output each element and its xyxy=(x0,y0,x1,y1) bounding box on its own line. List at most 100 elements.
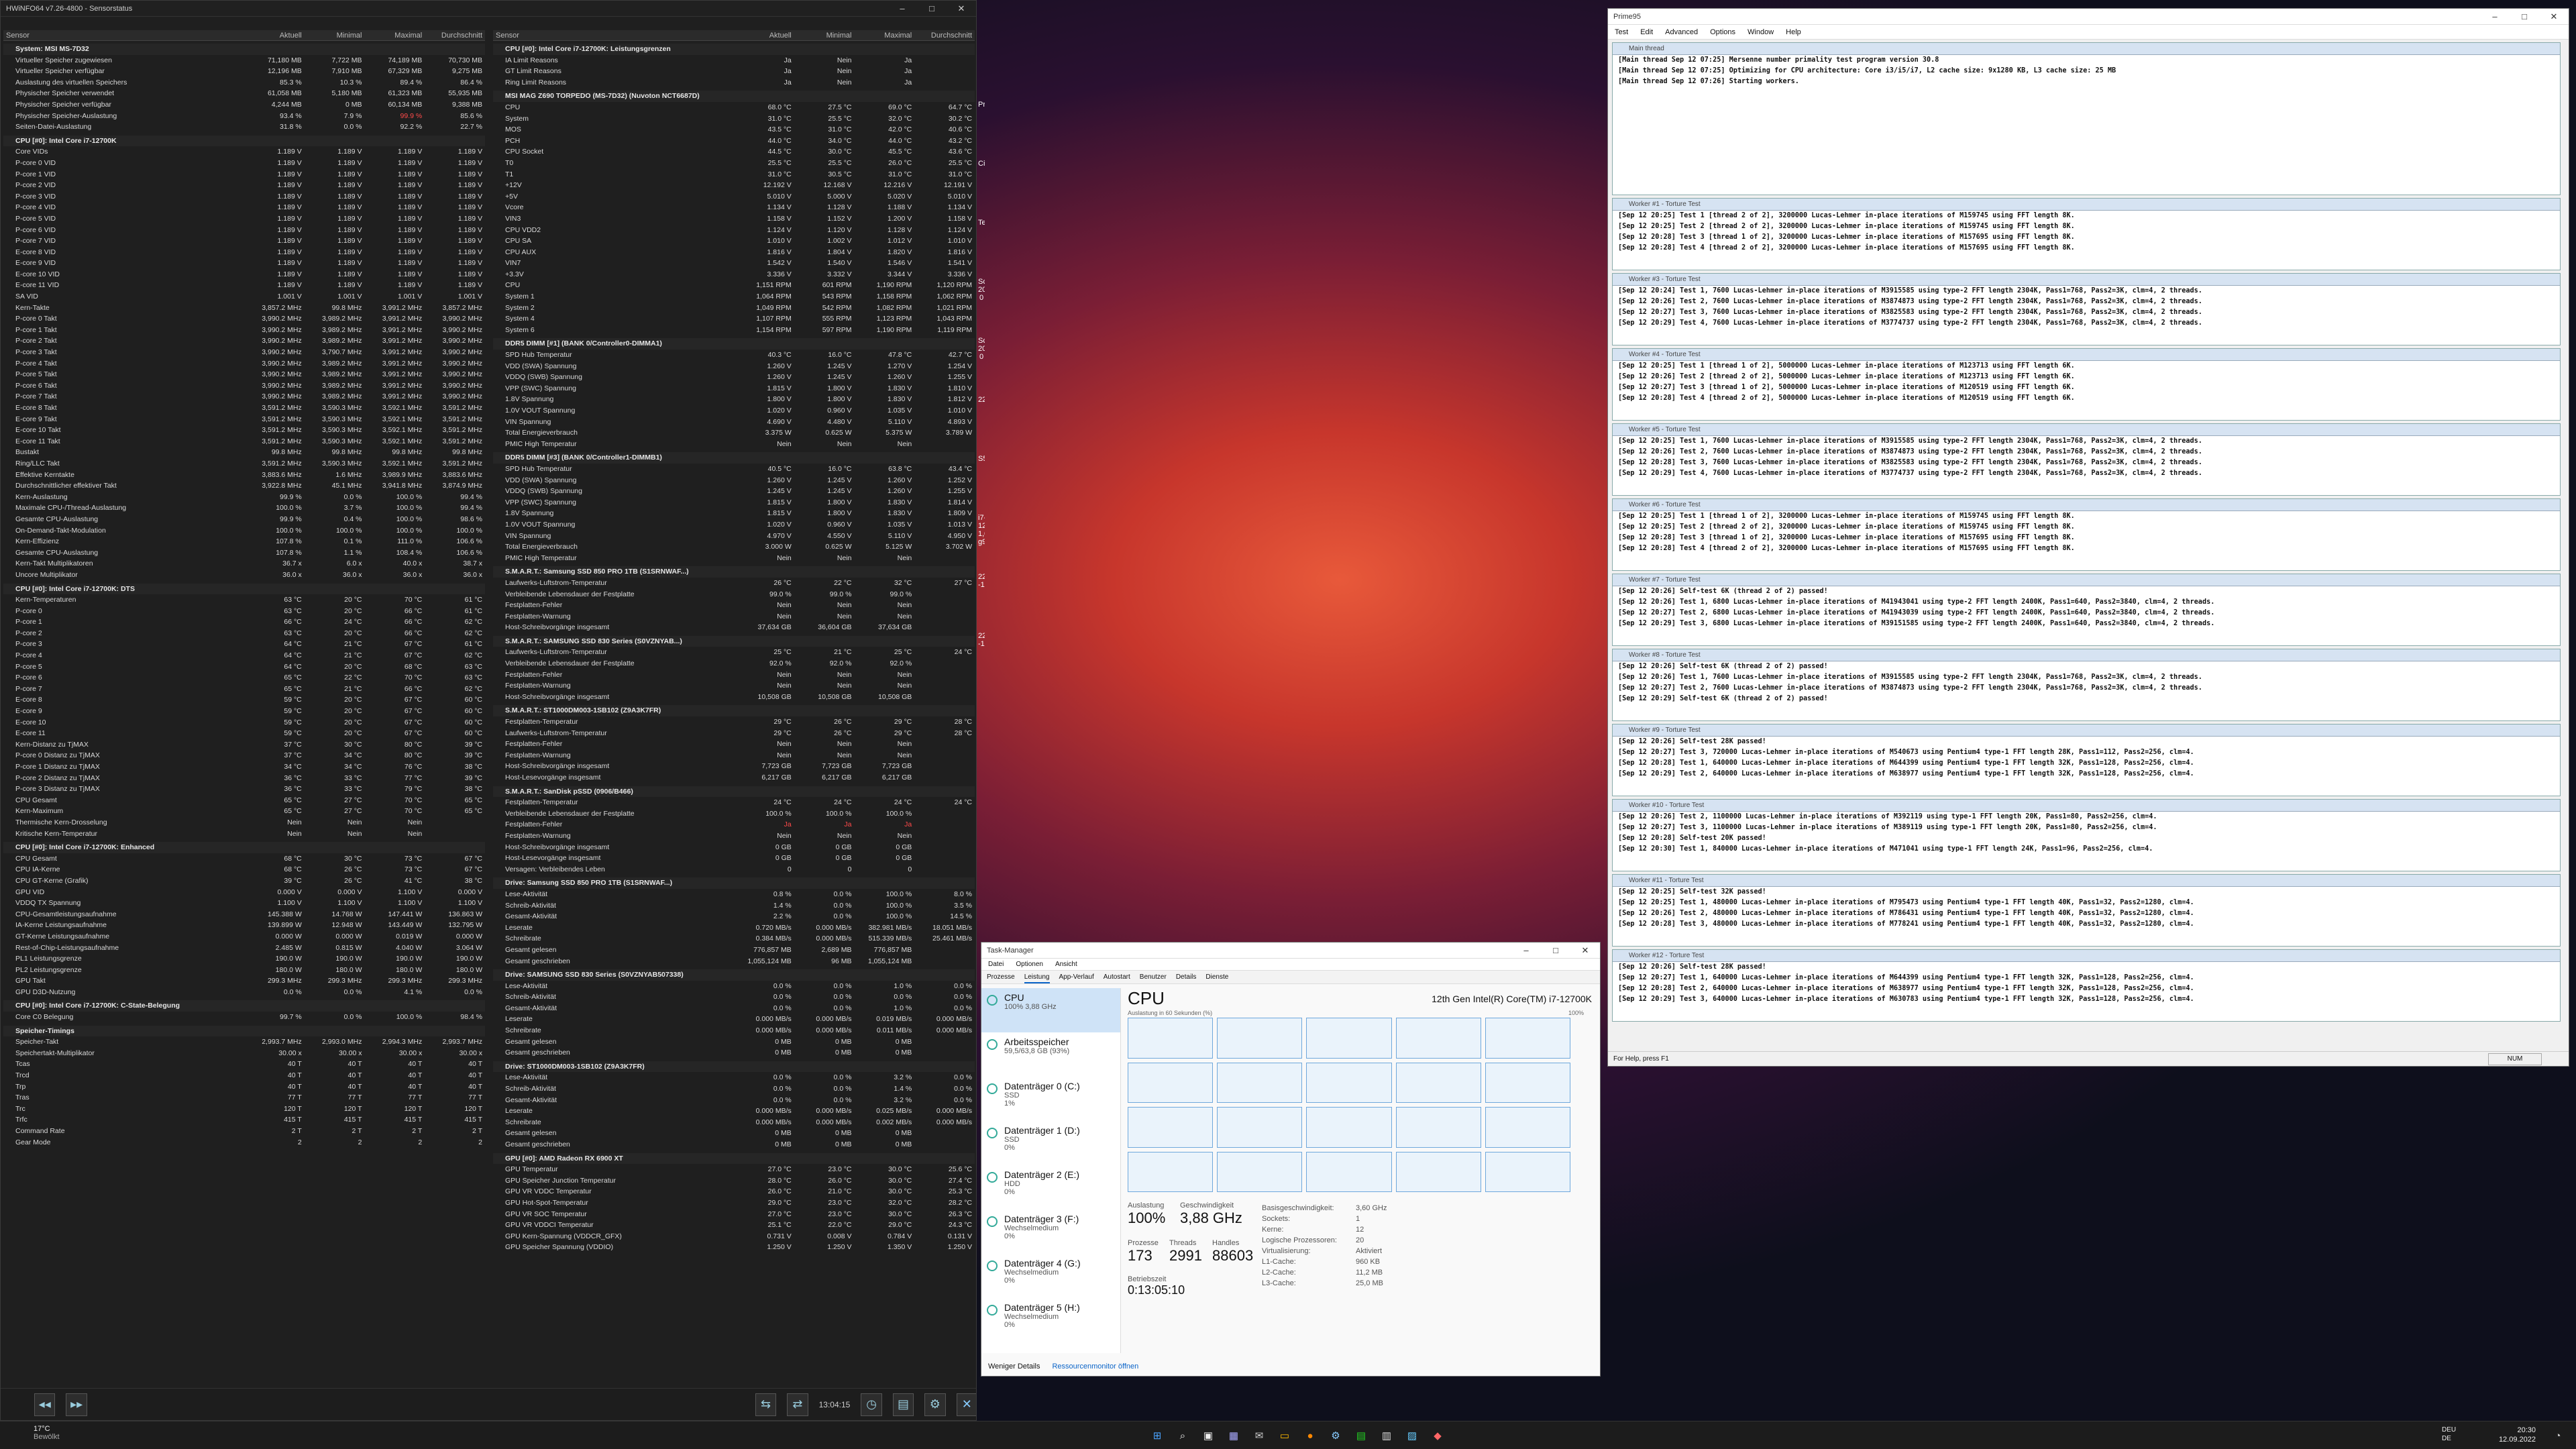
sensor-row[interactable]: 1.8V Spannung 1.815 V 1.800 V 1.830 V 1.809 … xyxy=(493,508,975,519)
settings-icon[interactable]: ⚙ xyxy=(924,1393,946,1416)
sensor-row[interactable]: E-core 8 59 °C 20 °C 67 °C 60 °C xyxy=(3,694,485,706)
worker-pane[interactable]: Worker #8 - Torture Test [Sep 12 20:26] S… xyxy=(1612,649,2561,721)
search-icon[interactable]: ⌕ xyxy=(1174,1427,1191,1444)
menu-item[interactable]: Help xyxy=(1786,28,1801,36)
sensor-row[interactable]: Gesamt geschrieben 1,055,124 MB 96 MB 1,055… xyxy=(493,956,975,967)
sensor-row[interactable]: Festplatten-Fehler Nein Nein Nein xyxy=(493,600,975,611)
sensor-row[interactable]: Core C0 Belegung 99.7 % 0.0 % 100.0 % 98.4 % xyxy=(3,1012,485,1023)
sensor-row[interactable]: E-core 11 59 °C 20 °C 67 °C 60 °C xyxy=(3,728,485,739)
col-sensor[interactable]: Sensor xyxy=(3,30,244,40)
compare-icon[interactable]: ⇄ xyxy=(787,1393,808,1416)
sensor-row[interactable]: Tras 77 T 77 T 77 T 77 T xyxy=(3,1092,485,1104)
menu-item[interactable]: Edit xyxy=(1640,28,1653,36)
sensor-row[interactable]: SPD Hub Temperatur 40.3 °C 16.0 °C 47.8 °C 4… xyxy=(493,350,975,361)
sensor-row[interactable]: P-core 3 Takt 3,990.2 MHz 3,790.7 MHz 3,991… xyxy=(3,347,485,358)
sensor-row[interactable]: P-core 0 Takt 3,990.2 MHz 3,989.2 MHz 3,991… xyxy=(3,313,485,325)
nav-left-icon[interactable]: ◂◂ xyxy=(34,1393,56,1416)
sensor-row[interactable]: VDD (SWA) Spannung 1.260 V 1.245 V 1.260 V 1… xyxy=(493,475,975,486)
language-indicator[interactable]: DEU DE xyxy=(2442,1426,2456,1443)
sensor-row[interactable]: Physischer Speicher-Auslastung 93.4 % 7.9 … xyxy=(3,111,485,122)
sensor-row[interactable]: Festplatten-Warnung Nein Nein Nein xyxy=(493,680,975,692)
sensor-group[interactable]: S.M.A.R.T.: ST1000DM003-1SB102 (Z9A3K7FR… xyxy=(493,705,975,717)
sensor-row[interactable]: Total Energieverbrauch 3.000 W 0.625 W 5.12… xyxy=(493,541,975,553)
sensor-row[interactable]: PCH 44.0 °C 34.0 °C 44.0 °C 43.2 °C xyxy=(493,136,975,147)
sensor-row[interactable]: Maximale CPU-/Thread-Auslastung 100.0 % 3.… xyxy=(3,502,485,514)
sensor-row[interactable]: P-core 4 VID 1.189 V 1.189 V 1.189 V 1.189 V xyxy=(3,202,485,213)
hwinfo-taskbar-icon[interactable]: ▤ xyxy=(1352,1427,1370,1444)
sensor-row[interactable]: Leserate 0.000 MB/s 0.000 MB/s 0.025 MB/s 0.… xyxy=(493,1106,975,1117)
sensor-row[interactable]: E-core 8 VID 1.189 V 1.189 V 1.189 V 1.189 V xyxy=(3,247,485,258)
sensor-row[interactable]: Ring/LLC Takt 3,591.2 MHz 3,590.3 MHz 3,592… xyxy=(3,458,485,470)
sensor-row[interactable]: GPU Takt 299.3 MHz 299.3 MHz 299.3 MHz 299.3… xyxy=(3,975,485,987)
sensor-row[interactable]: Gesamte CPU-Auslastung 99.9 % 0.4 % 100.0 %… xyxy=(3,514,485,525)
resource-monitor-link[interactable]: Ressourcenmonitor öffnen xyxy=(1052,1362,1138,1371)
sensor-row[interactable]: Seiten-Datei-Auslastung 31.8 % 0.0 % 92.2 %… xyxy=(3,121,485,133)
close-icon[interactable]: ✕ xyxy=(2539,11,2569,22)
col-aktuell[interactable]: Aktuell xyxy=(244,30,305,40)
sensor-row[interactable]: Kern-Temperaturen 63 °C 20 °C 70 °C 61 °C xyxy=(3,594,485,606)
sensor-row[interactable]: On-Demand-Takt-Modulation 100.0 % 100.0 % 1… xyxy=(3,525,485,537)
sensor-row[interactable]: Trfc 415 T 415 T 415 T 415 T xyxy=(3,1114,485,1126)
sensor-row[interactable]: Verbleibende Lebensdauer der Festplatte 9… xyxy=(493,589,975,600)
maximize-icon[interactable]: □ xyxy=(917,3,947,14)
sensor-row[interactable]: Leserate 0.000 MB/s 0.000 MB/s 0.019 MB/s 0.… xyxy=(493,1014,975,1025)
sensor-row[interactable]: CPU Gesamt 65 °C 27 °C 70 °C 65 °C xyxy=(3,795,485,806)
sensor-row[interactable]: SA VID 1.001 V 1.001 V 1.001 V 1.001 V xyxy=(3,291,485,303)
sensor-row[interactable]: Effektive Kerntakte 3,883.6 MHz 1.6 MHz 3,9… xyxy=(3,470,485,481)
minimize-icon[interactable]: – xyxy=(1511,945,1541,956)
worker-pane[interactable]: Worker #12 - Torture Test [Sep 12 20:26] … xyxy=(1612,949,2561,1022)
sensor-row[interactable]: P-core 4 64 °C 21 °C 67 °C 62 °C xyxy=(3,650,485,661)
sensor-row[interactable]: P-core 5 VID 1.189 V 1.189 V 1.189 V 1.189 V xyxy=(3,213,485,225)
sensor-row[interactable]: Gear Mode 2 2 2 2 xyxy=(3,1137,485,1148)
sensor-row[interactable]: VDDQ TX Spannung 1.100 V 1.100 V 1.100 V 1.1… xyxy=(3,898,485,909)
col-maximal[interactable]: Maximal xyxy=(854,30,914,40)
sensor-row[interactable]: IA-Kerne Leistungsaufnahme 139.899 W 12.94… xyxy=(3,920,485,931)
sensor-group[interactable]: CPU [#0]: Intel Core i7-12700K: DTS xyxy=(3,583,485,595)
sensor-row[interactable]: P-core 7 Takt 3,990.2 MHz 3,989.2 MHz 3,991… xyxy=(3,391,485,402)
sensor-row[interactable]: Kern-Distanz zu TjMAX 37 °C 30 °C 80 °C 39 °… xyxy=(3,739,485,751)
task-manager-window[interactable]: Task-Manager – □ ✕ Datei Optionen Ansicht Pr… xyxy=(981,942,1601,1377)
sensor-row[interactable]: E-core 8 Takt 3,591.2 MHz 3,590.3 MHz 3,592… xyxy=(3,402,485,414)
worker-pane[interactable]: Worker #4 - Torture Test [Sep 12 20:25] T… xyxy=(1612,348,2561,421)
network-icon[interactable]: ⇆ xyxy=(755,1393,777,1416)
worker-pane[interactable]: Worker #9 - Torture Test [Sep 12 20:26] S… xyxy=(1612,724,2561,796)
sensor-row[interactable]: MOS 43.5 °C 31.0 °C 42.0 °C 40.6 °C xyxy=(493,124,975,136)
hwinfo-sensor-list-right[interactable]: Sensor Aktuell Minimal Maximal Durchschn… xyxy=(493,30,975,1389)
sensor-row[interactable]: SPD Hub Temperatur 40.5 °C 16.0 °C 63.8 °C 4… xyxy=(493,464,975,475)
widgets-icon[interactable]: ▦ xyxy=(1225,1427,1242,1444)
tab-details[interactable]: Details xyxy=(1176,971,1197,983)
maximize-icon[interactable]: □ xyxy=(1541,945,1570,956)
menu-item[interactable]: Optionen xyxy=(1016,961,1043,968)
menu-item[interactable]: Options xyxy=(1710,28,1735,36)
sensor-row[interactable]: P-core 3 Distanz zu TjMAX 36 °C 33 °C 79 °C… xyxy=(3,784,485,795)
sensor-row[interactable]: Laufwerks-Luftstrom-Temperatur 26 °C 22 °C… xyxy=(493,578,975,589)
chat-icon[interactable]: ✉ xyxy=(1250,1427,1268,1444)
sensor-row[interactable]: Festplatten-Temperatur 24 °C 24 °C 24 °C 24 … xyxy=(493,797,975,808)
sensor-row[interactable]: Schreib-Aktivität 1.4 % 0.0 % 100.0 % 3.5 % xyxy=(493,900,975,912)
sensor-row[interactable]: E-core 10 59 °C 20 °C 67 °C 60 °C xyxy=(3,717,485,729)
sensor-row[interactable]: P-core 2 Takt 3,990.2 MHz 3,989.2 MHz 3,991… xyxy=(3,335,485,347)
sensor-row[interactable]: Uncore Multiplikator 36.0 x 36.0 x 36.0 x 36… xyxy=(3,570,485,581)
tab-dienste[interactable]: Dienste xyxy=(1205,971,1228,983)
sensor-row[interactable]: CPU GT-Kerne (Grafik) 39 °C 26 °C 41 °C 38 °… xyxy=(3,875,485,887)
sensor-row[interactable]: T0 25.5 °C 25.5 °C 26.0 °C 25.5 °C xyxy=(493,158,975,169)
sensor-row[interactable]: Bustakt 99.8 MHz 99.8 MHz 99.8 MHz 99.8 MHz xyxy=(3,447,485,458)
sensor-row[interactable]: VIN7 1.542 V 1.540 V 1.546 V 1.541 V xyxy=(493,258,975,269)
col-durchschnitt[interactable]: Durchschnitt xyxy=(914,30,975,40)
sensor-row[interactable]: 1.8V Spannung 1.800 V 1.800 V 1.830 V 1.812 … xyxy=(493,394,975,405)
sensor-row[interactable]: Leserate 0.720 MB/s 0.000 MB/s 382.981 MB/s… xyxy=(493,922,975,934)
sensor-row[interactable]: P-core 3 VID 1.189 V 1.189 V 1.189 V 1.189 V xyxy=(3,191,485,203)
worker-pane[interactable]: Worker #7 - Torture Test [Sep 12 20:26] S… xyxy=(1612,574,2561,646)
col-aktuell[interactable]: Aktuell xyxy=(734,30,794,40)
sensor-row[interactable]: Kern-Auslastung 99.9 % 0.0 % 100.0 % 99.4 % xyxy=(3,492,485,503)
sensor-row[interactable]: VIN Spannung 4.690 V 4.480 V 5.110 V 4.893 V xyxy=(493,417,975,428)
sensor-row[interactable]: Ring Limit Reasons Ja Nein Ja xyxy=(493,77,975,89)
sensor-row[interactable]: CPU 1,151 RPM 601 RPM 1,190 RPM 1,120 RPM xyxy=(493,280,975,291)
sidebar-item[interactable]: Datenträger 0 (C:) SSD 1% xyxy=(981,1077,1120,1121)
sensor-row[interactable]: CPU VDD2 1.124 V 1.120 V 1.128 V 1.124 V xyxy=(493,225,975,236)
sensor-row[interactable]: Festplatten-Fehler Nein Nein Nein xyxy=(493,669,975,681)
sensor-row[interactable]: P-core 5 64 °C 20 °C 68 °C 63 °C xyxy=(3,661,485,673)
sensor-row[interactable]: CPU 68.0 °C 27.5 °C 69.0 °C 64.7 °C xyxy=(493,102,975,113)
notification-icon[interactable]: ◔ xyxy=(2549,1427,2567,1444)
taskmanager-taskbar-icon[interactable]: ▨ xyxy=(1403,1427,1421,1444)
